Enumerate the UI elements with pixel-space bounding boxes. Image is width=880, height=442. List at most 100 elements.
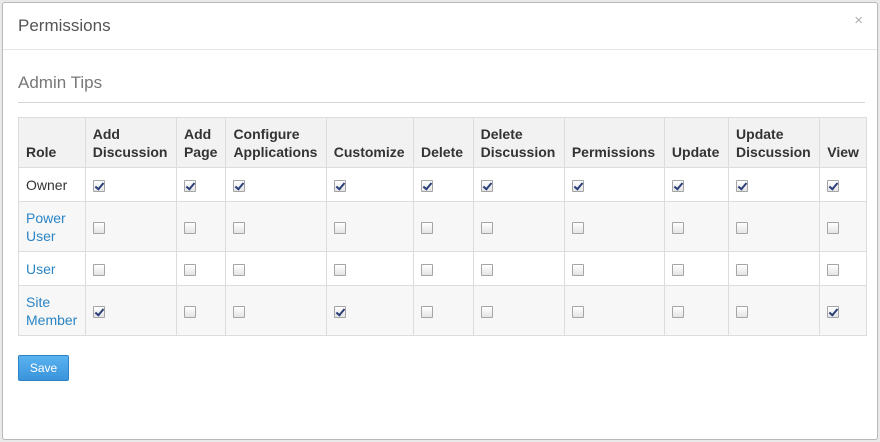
view-checkbox[interactable] — [827, 221, 840, 234]
role-label: Owner — [26, 176, 68, 193]
permission-cell — [563, 251, 665, 286]
permission-cell — [819, 285, 867, 336]
configure-applications-checkbox[interactable] — [233, 263, 246, 276]
table-header-row: Role Add Discussion Add Page Configure A… — [18, 117, 867, 168]
permission-cell — [175, 251, 227, 286]
view-checkbox[interactable] — [827, 179, 840, 192]
view-checkbox[interactable] — [827, 305, 840, 318]
column-header-customize: Customize — [325, 117, 415, 168]
table-row: Owner — [18, 167, 867, 202]
customize-checkbox[interactable] — [333, 221, 346, 234]
column-header-configure-applications: Configure Applications — [225, 117, 327, 168]
dialog-header: Permissions × — [3, 3, 877, 50]
permission-cell — [325, 167, 415, 202]
permission-cell — [472, 285, 565, 336]
column-header-add-page: Add Page — [175, 117, 227, 168]
update-checkbox[interactable] — [671, 221, 684, 234]
role-cell: Power User — [18, 201, 86, 252]
table-row: Power User — [18, 201, 867, 252]
permission-cell — [563, 285, 665, 336]
delete-checkbox[interactable] — [421, 179, 433, 192]
column-header-update-discussion: Update Discussion — [728, 117, 821, 168]
add-discussion-checkbox[interactable] — [92, 263, 105, 276]
role-link[interactable]: Site Member — [26, 293, 78, 329]
permission-cell — [472, 201, 565, 252]
configure-applications-checkbox[interactable] — [233, 179, 246, 192]
update-checkbox[interactable] — [671, 179, 684, 192]
permission-cell — [84, 201, 177, 252]
role-link[interactable]: User — [26, 260, 56, 278]
delete-checkbox[interactable] — [421, 221, 433, 234]
role-link[interactable]: Power User — [26, 209, 78, 245]
column-header-delete-discussion: Delete Discussion — [472, 117, 565, 168]
permissions-dialog: Permissions × Admin Tips Role Add Discus… — [2, 2, 878, 440]
add-discussion-checkbox[interactable] — [92, 305, 105, 318]
permission-cell — [413, 285, 474, 336]
permissions-checkbox[interactable] — [571, 179, 584, 192]
update-discussion-checkbox[interactable] — [736, 305, 749, 318]
permission-cell — [728, 201, 821, 252]
permissions-checkbox[interactable] — [571, 263, 584, 276]
column-header-add-discussion: Add Discussion — [84, 117, 177, 168]
permissions-checkbox[interactable] — [571, 221, 584, 234]
section-divider — [18, 102, 865, 103]
update-discussion-checkbox[interactable] — [736, 221, 749, 234]
add-page-checkbox[interactable] — [183, 221, 196, 234]
delete-checkbox[interactable] — [421, 305, 433, 318]
permission-cell — [728, 167, 821, 202]
permissions-checkbox[interactable] — [571, 305, 584, 318]
column-header-role: Role — [18, 117, 86, 168]
delete-checkbox[interactable] — [421, 263, 433, 276]
permission-cell — [325, 201, 415, 252]
save-button[interactable]: Save — [18, 355, 69, 381]
role-cell: Owner — [18, 167, 86, 202]
permission-cell — [472, 167, 565, 202]
permissions-table-body: Owner Power User User Site Member — [18, 167, 867, 336]
permission-cell — [413, 201, 474, 252]
customize-checkbox[interactable] — [333, 305, 346, 318]
delete-discussion-checkbox[interactable] — [480, 179, 493, 192]
update-discussion-checkbox[interactable] — [736, 263, 749, 276]
add-page-checkbox[interactable] — [183, 263, 196, 276]
update-checkbox[interactable] — [671, 263, 684, 276]
permission-cell — [663, 201, 730, 252]
permission-cell — [325, 285, 415, 336]
permission-cell — [225, 167, 327, 202]
permission-cell — [728, 285, 821, 336]
permission-cell — [728, 251, 821, 286]
permission-cell — [325, 251, 415, 286]
view-checkbox[interactable] — [827, 263, 840, 276]
permission-cell — [225, 285, 327, 336]
customize-checkbox[interactable] — [333, 179, 346, 192]
delete-discussion-checkbox[interactable] — [480, 263, 493, 276]
close-icon[interactable]: × — [854, 13, 863, 28]
permission-cell — [175, 285, 227, 336]
add-discussion-checkbox[interactable] — [92, 179, 105, 192]
permission-cell — [84, 167, 177, 202]
delete-discussion-checkbox[interactable] — [480, 305, 493, 318]
add-page-checkbox[interactable] — [183, 305, 196, 318]
permission-cell — [413, 251, 474, 286]
column-header-delete: Delete — [413, 117, 474, 168]
permission-cell — [819, 167, 867, 202]
dialog-title: Permissions — [18, 16, 111, 35]
permission-cell — [472, 251, 565, 286]
permission-cell — [663, 167, 730, 202]
customize-checkbox[interactable] — [333, 263, 346, 276]
delete-discussion-checkbox[interactable] — [480, 221, 493, 234]
column-header-update: Update — [663, 117, 730, 168]
permission-cell — [819, 251, 867, 286]
configure-applications-checkbox[interactable] — [233, 305, 246, 318]
add-page-checkbox[interactable] — [183, 179, 196, 192]
permission-cell — [84, 285, 177, 336]
column-header-view: View — [819, 117, 867, 168]
section-title: Admin Tips — [18, 73, 103, 92]
update-discussion-checkbox[interactable] — [736, 179, 749, 192]
permission-cell — [225, 251, 327, 286]
permission-cell — [663, 251, 730, 286]
configure-applications-checkbox[interactable] — [233, 221, 246, 234]
permissions-table: Role Add Discussion Add Page Configure A… — [18, 117, 867, 336]
add-discussion-checkbox[interactable] — [92, 221, 105, 234]
update-checkbox[interactable] — [671, 305, 684, 318]
role-cell: Site Member — [18, 285, 86, 336]
